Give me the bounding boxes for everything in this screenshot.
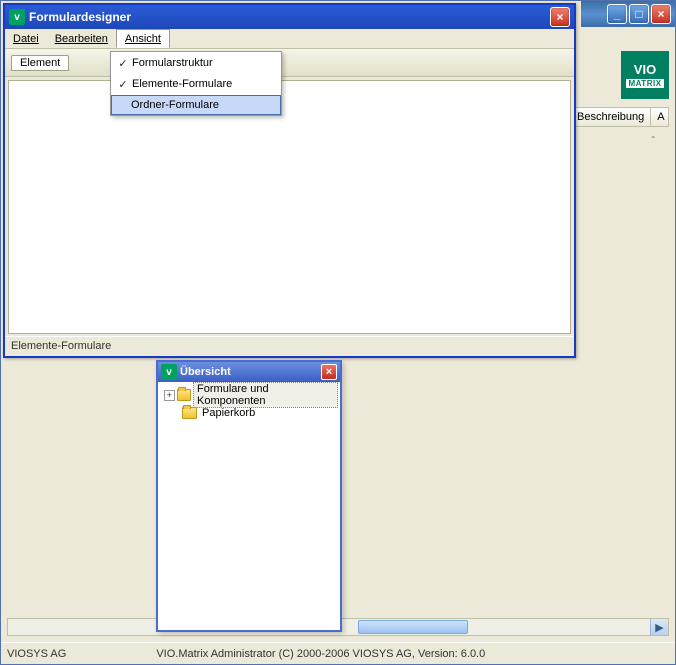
tab-element[interactable]: Element (11, 55, 69, 71)
menu-item-label: Ordner-Formulare (131, 99, 219, 111)
minimize-button[interactable]: _ (607, 4, 627, 24)
app-icon: v (161, 364, 177, 380)
column-beschreibung[interactable]: Beschreibung (571, 108, 651, 126)
view-dropdown-menu: ✓ Formularstruktur ✓ Elemente-Formulare … (110, 51, 282, 116)
check-icon: ✓ (114, 78, 132, 91)
close-button[interactable]: × (651, 4, 671, 24)
app-icon: v (9, 9, 25, 25)
status-bar: VIOSYS AG VIO.Matrix Administrator (C) 2… (1, 642, 675, 664)
menu-item-formularstruktur[interactable]: ✓ Formularstruktur (112, 53, 280, 73)
folder-icon (182, 407, 197, 419)
fd-title: Formulardesigner (29, 10, 550, 24)
main-titlebar: _ □ × (581, 1, 675, 27)
menu-item-elemente-formulare[interactable]: ✓ Elemente-Formulare (112, 74, 280, 94)
fd-close-button[interactable]: × (550, 7, 570, 27)
tree-view: + Formulare und Komponenten Papierkorb (158, 382, 340, 426)
empty-row-dash: - (651, 131, 655, 143)
fd-titlebar[interactable]: v Formulardesigner × (5, 5, 574, 29)
menu-file[interactable]: Datei (5, 29, 47, 48)
column-headers: Beschreibung A (570, 107, 669, 127)
logo-bottom: MATRIX (626, 79, 663, 88)
menu-item-ordner-formulare[interactable]: Ordner-Formulare (111, 95, 281, 115)
ov-titlebar[interactable]: v Übersicht × (158, 362, 340, 382)
uebersicht-window: v Übersicht × + Formulare und Komponente… (156, 360, 342, 632)
status-copyright: VIO.Matrix Administrator (C) 2000-2006 V… (156, 648, 485, 660)
tree-label-trash: Papierkorb (199, 407, 258, 419)
tree-item-root[interactable]: + Formulare und Komponenten (160, 386, 338, 404)
logo-top: VIO (634, 62, 656, 77)
menu-item-label: Formularstruktur (132, 57, 213, 69)
status-company: VIOSYS AG (7, 648, 66, 660)
menu-edit[interactable]: Bearbeiten (47, 29, 116, 48)
fd-content-area (8, 80, 571, 334)
expand-icon[interactable]: + (164, 390, 175, 401)
folder-icon (177, 389, 191, 401)
scrollbar-right-arrow[interactable]: ▶ (650, 619, 668, 635)
scrollbar-thumb[interactable] (358, 620, 468, 634)
menu-bar: Datei Bearbeiten Ansicht (5, 29, 574, 49)
check-icon: ✓ (114, 57, 132, 70)
ov-close-button[interactable]: × (321, 364, 337, 380)
menu-item-label: Elemente-Formulare (132, 78, 232, 90)
fd-status-bar: Elemente-Formulare (5, 336, 574, 356)
maximize-button[interactable]: □ (629, 4, 649, 24)
menu-view[interactable]: Ansicht (116, 29, 170, 48)
fd-status-text: Elemente-Formulare (11, 340, 111, 352)
formulardesigner-window: v Formulardesigner × Datei Bearbeiten An… (3, 3, 576, 358)
toolbar: Element (5, 49, 574, 77)
vio-matrix-logo: VIO MATRIX (621, 51, 669, 99)
tree-label-root: Formulare und Komponenten (193, 382, 338, 408)
column-a[interactable]: A (651, 108, 669, 126)
ov-title: Übersicht (180, 366, 321, 378)
